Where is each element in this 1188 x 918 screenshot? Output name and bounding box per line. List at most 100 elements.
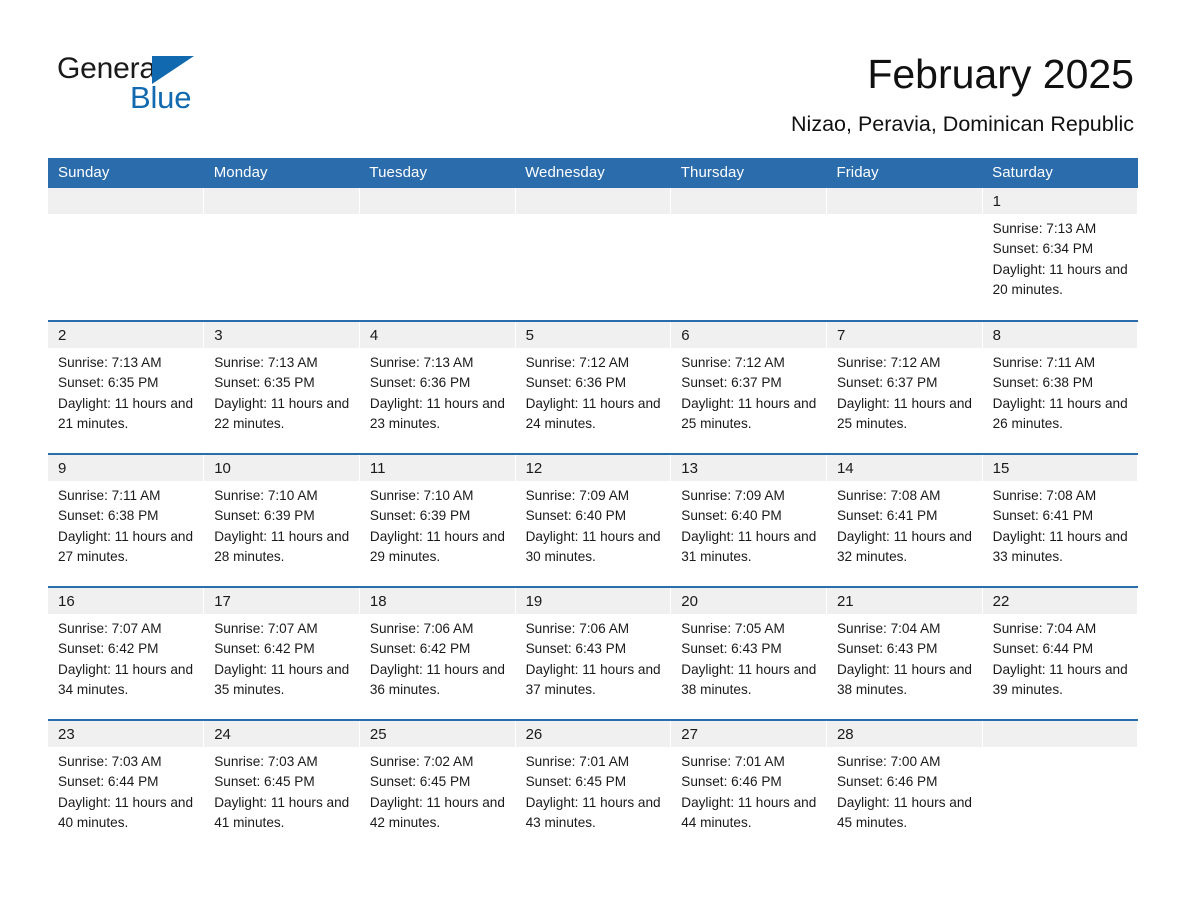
day-details: Sunrise: 7:12 AM Sunset: 6:37 PM Daylight:… [827,348,982,434]
day-number: 20 [671,588,826,614]
day-number: 9 [48,455,204,481]
page-header: General Blue February 2025 Nizao, Peravi… [0,0,1188,155]
sunset-text: Sunset: 6:40 PM [525,508,627,524]
day-details: Sunrise: 7:07 AM Sunset: 6:42 PM Daylight:… [48,614,203,700]
sunset-text: Sunset: 6:43 PM [681,641,782,657]
sunset-text: Sunset: 6:38 PM [58,508,159,524]
daylight-text: Daylight: 11 hours and 36 minutes. [369,661,505,697]
title-block: February 2025 Nizao, Peravia, Dominican … [791,50,1134,137]
day-number: 10 [204,455,359,481]
calendar-day-cell[interactable]: 9 Sunrise: 7:11 AM Sunset: 6:38 PM Daylight… [48,453,205,587]
calendar-day-cell[interactable]: 3 Sunrise: 7:13 AM Sunset: 6:35 PM Daylight… [203,320,360,454]
calendar-day-cell[interactable]: 6 Sunrise: 7:12 AM Sunset: 6:37 PM Daylight… [670,320,827,454]
sunset-text: Sunset: 6:35 PM [58,375,159,391]
calendar-day-cell[interactable]: 23 Sunrise: 7:03 AM Sunset: 6:44 PM Dayligh… [48,719,205,853]
calendar-day-cell[interactable]: 4 Sunrise: 7:13 AM Sunset: 6:36 PM Daylight… [359,320,516,454]
calendar-day-cell[interactable]: 14 Sunrise: 7:08 AM Sunset: 6:41 PM Dayligh… [826,453,983,587]
calendar-empty-cell [48,188,205,321]
calendar-day-cell[interactable]: 18 Sunrise: 7:06 AM Sunset: 6:42 PM Dayligh… [359,586,516,720]
sunrise-text: Sunrise: 7:01 AM [525,754,630,769]
calendar-day-cell[interactable]: 26 Sunrise: 7:01 AM Sunset: 6:45 PM Dayligh… [515,719,672,853]
generalblue-logo[interactable]: General Blue [57,52,297,124]
calendar-empty-cell [203,188,360,321]
calendar-day-cell[interactable]: 2 Sunrise: 7:13 AM Sunset: 6:35 PM Daylight… [48,320,205,454]
day-number: 28 [826,721,982,747]
daylight-text: Daylight: 11 hours and 38 minutes. [836,661,972,697]
day-number: 19 [515,588,671,614]
day-number: 22 [982,588,1138,614]
column-header-friday: Friday [826,158,983,188]
calendar-day-cell[interactable]: 19 Sunrise: 7:06 AM Sunset: 6:43 PM Dayligh… [515,586,672,720]
sunset-text: Sunset: 6:46 PM [681,774,782,790]
day-number [515,188,671,214]
calendar-day-cell[interactable]: 17 Sunrise: 7:07 AM Sunset: 6:42 PM Dayligh… [203,586,360,720]
sunset-text: Sunset: 6:44 PM [992,641,1094,657]
day-number: 25 [359,721,515,747]
sunrise-text: Sunrise: 7:09 AM [525,488,630,503]
calendar-day-cell[interactable]: 1 Sunrise: 7:13 AM Sunset: 6:34 PM Daylight… [982,188,1139,321]
calendar-day-cell[interactable]: 22 Sunrise: 7:04 AM Sunset: 6:44 PM Dayligh… [982,586,1139,720]
sunset-text: Sunset: 6:44 PM [58,774,159,790]
column-header-saturday: Saturday [982,158,1138,188]
sunrise-text: Sunrise: 7:11 AM [58,488,161,503]
calendar-day-cell[interactable]: 5 Sunrise: 7:12 AM Sunset: 6:36 PM Daylight… [515,320,672,454]
day-number [359,188,515,214]
calendar-day-cell[interactable]: 13 Sunrise: 7:09 AM Sunset: 6:40 PM Dayligh… [670,453,827,587]
day-details: Sunrise: 7:06 AM Sunset: 6:42 PM Daylight:… [360,614,515,700]
daylight-text: Daylight: 11 hours and 34 minutes. [58,661,194,697]
column-header-wednesday: Wednesday [515,158,671,188]
sunrise-text: Sunrise: 7:09 AM [681,488,785,503]
calendar-day-cell[interactable]: 28 Sunrise: 7:00 AM Sunset: 6:46 PM Dayligh… [826,719,983,853]
day-details: Sunrise: 7:10 AM Sunset: 6:39 PM Daylight:… [204,481,359,567]
sunrise-text: Sunrise: 7:07 AM [214,621,318,636]
sunrise-text: Sunrise: 7:04 AM [836,621,941,636]
day-details: Sunrise: 7:03 AM Sunset: 6:45 PM Daylight:… [204,747,359,833]
day-details: Sunrise: 7:05 AM Sunset: 6:43 PM Daylight:… [671,614,826,700]
column-header-sunday: Sunday [48,158,204,188]
calendar-day-cell[interactable]: 11 Sunrise: 7:10 AM Sunset: 6:39 PM Dayligh… [359,453,516,587]
sunrise-text: Sunrise: 7:10 AM [214,488,318,503]
calendar-day-cell[interactable]: 8 Sunrise: 7:11 AM Sunset: 6:38 PM Daylight… [982,320,1139,454]
calendar-day-cell[interactable]: 12 Sunrise: 7:09 AM Sunset: 6:40 PM Dayligh… [515,453,672,587]
calendar-day-cell[interactable]: 27 Sunrise: 7:01 AM Sunset: 6:46 PM Dayligh… [670,719,827,853]
sunrise-text: Sunrise: 7:04 AM [992,621,1097,636]
calendar-week-row: 23 Sunrise: 7:03 AM Sunset: 6:44 PM Dayligh… [48,719,1139,853]
daylight-text: Daylight: 11 hours and 40 minutes. [58,794,194,830]
day-number: 14 [826,455,982,481]
calendar-day-cell[interactable]: 7 Sunrise: 7:12 AM Sunset: 6:37 PM Daylight… [826,320,983,454]
day-number: 15 [982,455,1138,481]
day-details: Sunrise: 7:03 AM Sunset: 6:44 PM Daylight:… [48,747,203,833]
sunrise-text: Sunrise: 7:02 AM [369,754,474,769]
calendar-day-cell[interactable]: 24 Sunrise: 7:03 AM Sunset: 6:45 PM Dayligh… [203,719,360,853]
sunset-text: Sunset: 6:45 PM [214,774,315,790]
sunset-text: Sunset: 6:39 PM [369,508,471,524]
day-details: Sunrise: 7:08 AM Sunset: 6:41 PM Daylight:… [827,481,982,567]
calendar-header-row: Sunday Monday Tuesday Wednesday Thursday… [48,158,1138,188]
calendar-empty-cell [359,188,516,321]
daylight-text: Daylight: 11 hours and 31 minutes. [681,528,817,564]
day-number [204,188,359,214]
sunset-text: Sunset: 6:43 PM [525,641,627,657]
sunset-text: Sunset: 6:40 PM [681,508,782,524]
calendar-day-cell[interactable]: 15 Sunrise: 7:08 AM Sunset: 6:41 PM Dayligh… [982,453,1139,587]
daylight-text: Daylight: 11 hours and 24 minutes. [525,395,661,431]
calendar-day-cell[interactable]: 21 Sunrise: 7:04 AM Sunset: 6:43 PM Dayligh… [826,586,983,720]
day-number: 18 [359,588,515,614]
day-number: 1 [982,188,1138,214]
calendar-day-cell[interactable]: 20 Sunrise: 7:05 AM Sunset: 6:43 PM Dayligh… [670,586,827,720]
sunrise-text: Sunrise: 7:05 AM [681,621,785,636]
calendar-day-cell[interactable]: 10 Sunrise: 7:10 AM Sunset: 6:39 PM Dayligh… [203,453,360,587]
day-number: 4 [359,322,515,348]
day-details: Sunrise: 7:13 AM Sunset: 6:35 PM Daylight:… [204,348,359,434]
sunrise-text: Sunrise: 7:08 AM [836,488,941,503]
calendar-day-cell[interactable]: 25 Sunrise: 7:02 AM Sunset: 6:45 PM Dayligh… [359,719,516,853]
sunset-text: Sunset: 6:43 PM [836,641,938,657]
sunset-text: Sunset: 6:46 PM [836,774,938,790]
sunrise-text: Sunrise: 7:11 AM [992,355,1096,370]
day-number [48,188,204,214]
day-number: 21 [826,588,982,614]
daylight-text: Daylight: 11 hours and 29 minutes. [369,528,505,564]
calendar-day-cell[interactable]: 16 Sunrise: 7:07 AM Sunset: 6:42 PM Dayligh… [48,586,205,720]
calendar-body: 1 Sunrise: 7:13 AM Sunset: 6:34 PM Daylight… [48,188,1139,853]
sunrise-text: Sunrise: 7:06 AM [525,621,630,636]
